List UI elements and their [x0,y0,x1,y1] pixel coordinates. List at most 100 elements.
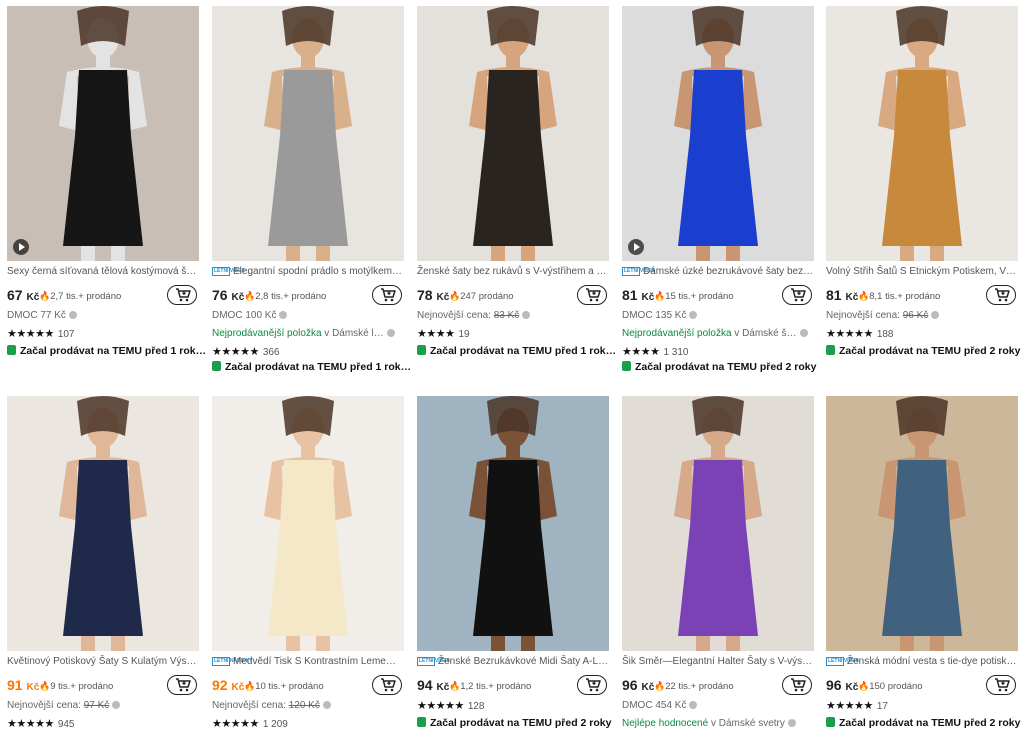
fire-icon: 🔥 [654,291,666,301]
product-image[interactable] [212,396,404,651]
product-image[interactable] [417,396,609,651]
shop-bag-icon [417,345,426,355]
reference-price: DMOC 100 Kč [212,309,404,323]
product-image[interactable] [622,396,814,651]
add-to-cart-button[interactable] [372,675,402,695]
promo-badge: LETNÍ NÁBIDKY [212,656,253,666]
rating[interactable]: ★★★★★ 945 [7,717,75,731]
stars-icon: ★★★★★ [212,718,259,730]
product-title[interactable]: LETNÍ VIBESElegantní spodní prádlo s mot… [212,265,404,279]
sold-count: 🔥2,7 tis.+ prodáno [39,291,122,302]
product-card[interactable]: LETNÍ VIBESŽenské Bezrukávkové Midi Šaty… [417,396,611,756]
product-subtext: Nejlépe hodnocené v Dámské svetry [622,717,814,731]
product-title-text: Elegantní spodní prádlo s motýlkem … [233,266,404,277]
currency: Kč [436,292,450,303]
product-card[interactable]: LETNÍ VIBESDámské úzké bezrukávové šaty … [622,6,816,373]
product-image[interactable] [826,6,1018,261]
product-card[interactable]: LETNÍ VIBESElegantní spodní prádlo s mot… [212,6,411,373]
product-image[interactable] [7,6,199,261]
info-icon[interactable] [279,311,288,320]
seller-info: Začal prodávat na TEMU před 2 roky [826,717,1024,731]
product-title-text: Volný Střih Šatů S Etnickým Potiskem, Vi… [826,266,1018,277]
info-icon[interactable] [112,701,121,710]
sold-count: 🔥22 tis.+ prodáno [654,681,734,692]
rating[interactable]: ★★★★★ 17 [826,699,888,713]
info-icon[interactable] [68,311,77,320]
add-to-cart-button[interactable] [782,675,812,695]
price-row: 94 Kč 🔥1,2 tis.+ prodáno [417,675,609,697]
promo-badge: LETNÍ VIBES [622,266,655,276]
rating[interactable]: ★★★★ 19 [417,327,470,341]
fire-icon: 🔥 [858,291,870,301]
rating[interactable]: ★★★★★ 128 [417,699,485,713]
product-title[interactable]: Šik Směr—Elegantní Halter Šaty s V-výstř… [622,655,814,669]
price: 96 Kč [622,677,655,693]
add-to-cart-button[interactable] [577,285,607,305]
product-image[interactable] [417,6,609,261]
review-count: 17 [876,701,888,712]
product-subtext: Nejnovější cena: 96 Kč [826,309,1018,323]
info-icon[interactable] [689,311,698,320]
review-count: 366 [262,347,280,358]
info-icon[interactable] [522,311,531,320]
product-card[interactable]: Volný Střih Šatů S Etnickým Potiskem, Vi… [826,6,1020,366]
product-title[interactable]: LETNÍ VIBESDámské úzké bezrukávové šaty … [622,265,814,279]
add-to-cart-button[interactable] [577,675,607,695]
rating[interactable]: ★★★★ 1 310 [622,345,688,359]
price: 76 Kč [212,287,245,303]
info-icon[interactable] [689,701,698,710]
price-row: 78 Kč 🔥247 prodáno [417,285,609,307]
add-to-cart-button[interactable] [167,675,197,695]
product-card[interactable]: Sexy černá síťovaná tělová kostýmová šat… [7,6,206,366]
stars-icon: ★★★★★ [826,700,873,712]
rating[interactable]: ★★★★★ 107 [7,327,75,341]
product-grid: Sexy černá síťovaná tělová kostýmová šat… [0,0,1024,730]
info-icon[interactable] [931,311,940,320]
product-subtext: DMOC 77 Kč [7,309,199,323]
product-title[interactable]: LETNÍ VIBESŽenské Bezrukávkové Midi Šaty… [417,655,609,669]
play-video-icon[interactable] [13,239,29,255]
product-image[interactable] [622,6,814,261]
product-card[interactable]: Ženské šaty bez rukávů s V-výstřihem a o… [417,6,616,366]
product-image[interactable] [212,6,404,261]
rating[interactable]: ★★★★★ 1 209 [212,717,288,731]
product-title[interactable]: LETNÍ NÁBIDKYMedvědí Tisk S Kontrastním … [212,655,404,669]
price-row: 81 Kč 🔥15 tis.+ prodáno [622,285,814,307]
seller-info: Začal prodávat na TEMU před 1 rok… [417,345,617,359]
add-to-cart-button[interactable] [372,285,402,305]
price: 67 Kč [7,287,40,303]
product-image[interactable] [7,396,199,651]
fire-icon: 🔥 [654,681,666,691]
info-icon[interactable] [386,329,395,338]
rating[interactable]: ★★★★★ 366 [212,345,280,359]
play-video-icon[interactable] [628,239,644,255]
info-icon[interactable] [787,719,796,728]
add-to-cart-button[interactable] [986,285,1016,305]
price: 81 Kč [622,287,655,303]
product-title[interactable]: LETNÍ VIBESŽenská módní vesta s tie-dye … [826,655,1018,669]
product-title-text: Ženské Bezrukávkové Midi Šaty A-Lin… [438,656,609,667]
stars-icon: ★★★★★ [826,328,873,340]
product-title[interactable]: Volný Střih Šatů S Etnickým Potiskem, Vi… [826,265,1018,279]
info-icon[interactable] [322,701,331,710]
price-row: 67 Kč 🔥2,7 tis.+ prodáno [7,285,199,307]
product-card[interactable]: Květinový Potiskový Šaty S Kulatým Výstř… [7,396,199,756]
add-to-cart-button[interactable] [986,675,1016,695]
product-card[interactable]: LETNÍ VIBESŽenská módní vesta s tie-dye … [826,396,1020,756]
product-card[interactable]: LETNÍ NÁBIDKYMedvědí Tisk S Kontrastním … [212,396,404,756]
product-title[interactable]: Květinový Potiskový Šaty S Kulatým Výstř… [7,655,199,669]
product-title[interactable]: Ženské šaty bez rukávů s V-výstřihem a o… [417,265,609,279]
product-title[interactable]: Sexy černá síťovaná tělová kostýmová šat… [7,265,199,279]
add-to-cart-button[interactable] [167,285,197,305]
product-title-text: Ženské šaty bez rukávů s V-výstřihem a o… [417,266,609,277]
review-count: 188 [876,329,894,340]
seller-info: Začal prodávat na TEMU před 2 roky [622,361,822,375]
rating[interactable]: ★★★★★ 188 [826,327,894,341]
product-card[interactable]: Šik Směr—Elegantní Halter Šaty s V-výstř… [622,396,814,756]
product-image[interactable] [826,396,1018,651]
currency: Kč [641,292,655,303]
info-icon[interactable] [799,329,808,338]
add-to-cart-button[interactable] [782,285,812,305]
promo-badge: LETNÍ VIBES [212,266,245,276]
shop-bag-icon [212,361,221,371]
